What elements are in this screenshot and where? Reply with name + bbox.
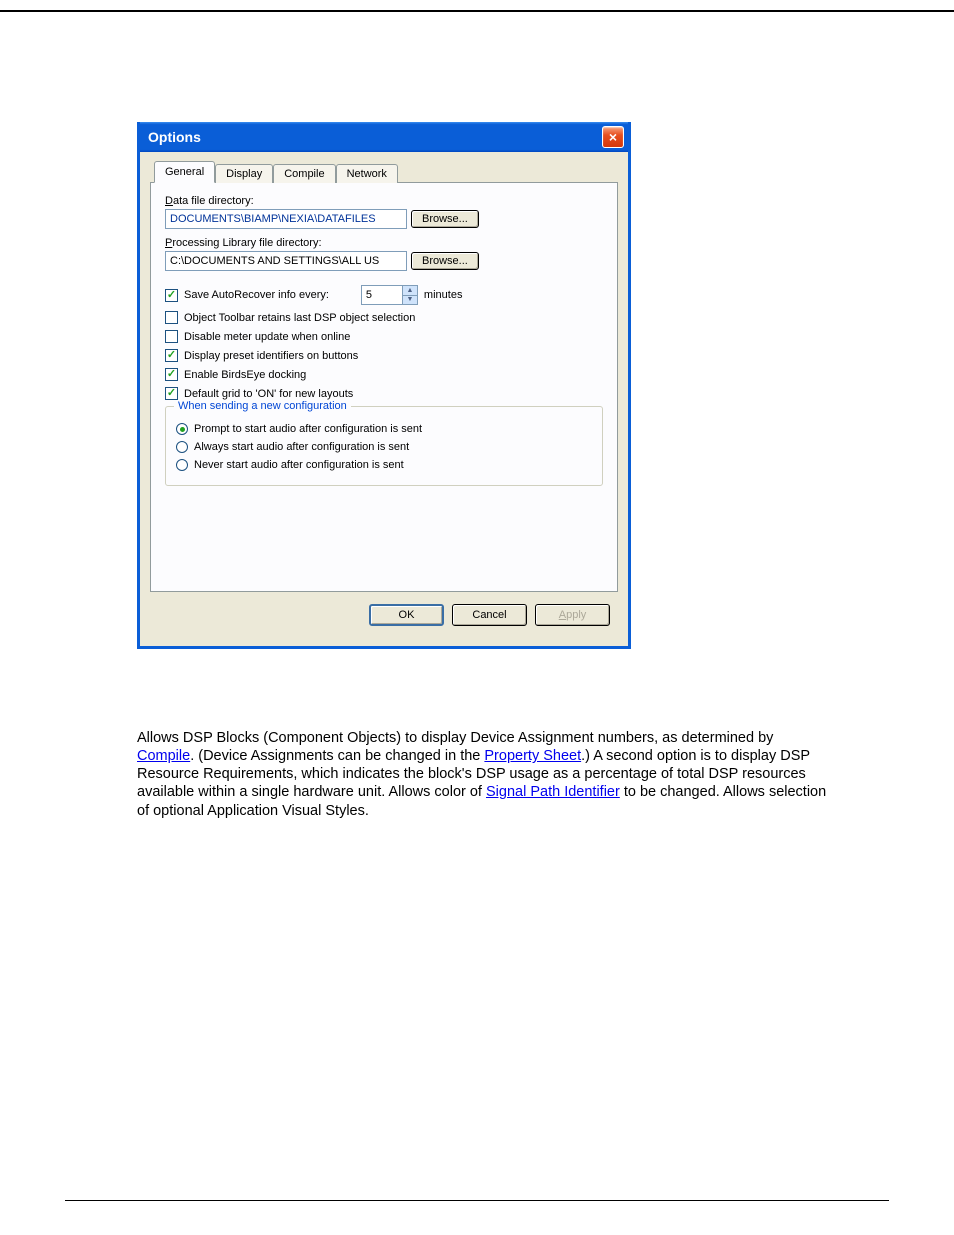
birdseye-checkbox[interactable] [165,368,178,381]
tab-compile[interactable]: Compile [273,164,335,183]
close-button[interactable]: × [602,126,624,148]
send-config-group: When sending a new configuration Prompt … [165,406,603,486]
default-grid-label: Default grid to 'ON' for new layouts [184,388,353,400]
preset-ids-label: Display preset identifiers on buttons [184,350,358,362]
retain-label: Object Toolbar retains last DSP object s… [184,312,415,324]
cancel-button[interactable]: Cancel [452,604,527,626]
titlebar[interactable]: Options × [140,122,628,152]
radio-never[interactable] [176,459,188,471]
ok-button[interactable]: OK [369,604,444,626]
radio-prompt-label: Prompt to start audio after configuratio… [194,423,422,435]
link-compile[interactable]: Compile [137,748,190,764]
radio-always[interactable] [176,441,188,453]
dialog-body: General Display Compile Network Data fil… [140,152,628,646]
browse-data-dir-button[interactable]: Browse... [411,210,479,228]
radio-always-label: Always start audio after configuration i… [194,441,409,453]
autorecover-value[interactable] [362,286,402,304]
radio-never-label: Never start audio after configuration is… [194,459,404,471]
radio-prompt[interactable] [176,423,188,435]
page: Options × General Display Compile Networ… [0,10,954,880]
link-property-sheet[interactable]: Property Sheet [484,748,581,764]
options-dialog: Options × General Display Compile Networ… [137,122,631,649]
browse-lib-dir-button[interactable]: Browse... [411,252,479,270]
footer-rule [65,1200,889,1201]
disable-meter-checkbox[interactable] [165,330,178,343]
lib-dir-input[interactable] [165,251,407,271]
tab-network[interactable]: Network [336,164,398,183]
autorecover-spinner[interactable]: ▲ ▼ [361,285,418,305]
dialog-title: Options [148,129,201,145]
close-icon: × [609,129,617,145]
preset-ids-checkbox[interactable] [165,349,178,362]
data-dir-input[interactable] [165,209,407,229]
dialog-button-row: OK Cancel Apply [150,592,618,636]
autorecover-label: Save AutoRecover info every: [184,289,329,301]
autorecover-units: minutes [424,289,463,301]
link-signal-path-identifier[interactable]: Signal Path Identifier [486,784,620,800]
default-grid-checkbox[interactable] [165,387,178,400]
tab-panel-general: Data file directory: Browse... Processin… [150,182,618,592]
apply-button[interactable]: Apply [535,604,610,626]
retain-checkbox[interactable] [165,311,178,324]
tab-general[interactable]: General [154,161,215,183]
body-paragraph: Allows DSP Blocks (Component Objects) to… [137,729,827,820]
autorecover-checkbox[interactable] [165,289,178,302]
disable-meter-label: Disable meter update when online [184,331,350,343]
spinner-up-icon[interactable]: ▲ [402,286,417,296]
tab-strip: General Display Compile Network [154,160,618,182]
data-dir-label: Data file directory: [165,195,603,207]
tab-display[interactable]: Display [215,164,273,183]
lib-dir-label: Processing Library file directory: [165,237,603,249]
spinner-down-icon[interactable]: ▼ [402,296,417,305]
birdseye-label: Enable BirdsEye docking [184,369,306,381]
group-title: When sending a new configuration [174,400,351,412]
